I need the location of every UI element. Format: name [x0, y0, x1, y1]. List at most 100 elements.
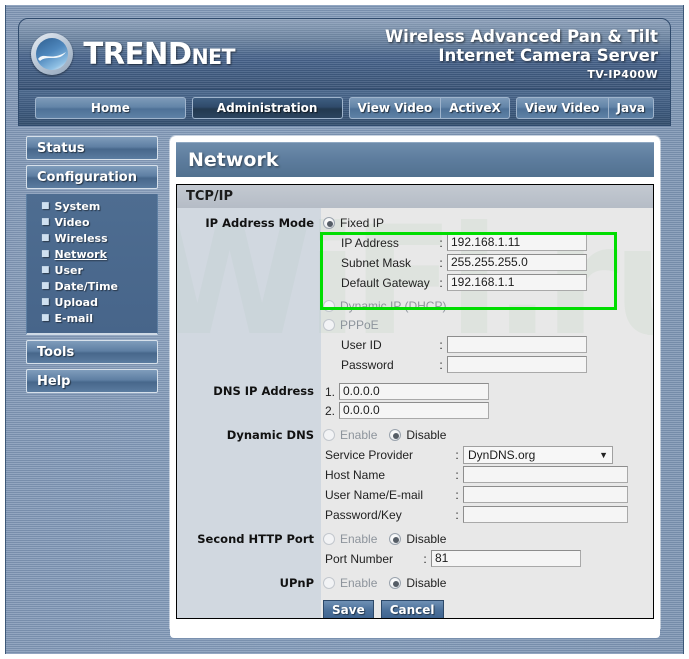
field-dns-2: 2. 0.0.0.0	[323, 401, 653, 420]
input-pppoe-user-id[interactable]	[447, 336, 587, 353]
field-default-gateway: Default Gateway : 192.168.1.1	[323, 273, 653, 292]
radio-dynamic-ip-icon[interactable]	[323, 300, 335, 312]
nav-button-view-video-java[interactable]: View Video Java	[515, 96, 654, 119]
nav-activex-label[interactable]: ActiveX	[441, 98, 508, 118]
sidebar-item-status[interactable]: Status	[26, 136, 158, 160]
sidebar-item-label: System	[54, 199, 101, 213]
brand-logo[interactable]: TRENDnet	[31, 33, 237, 75]
field-port-number: Port Number : 81	[323, 549, 653, 568]
radio-fixed-ip-icon[interactable]	[323, 217, 335, 229]
sidebar-item-tools[interactable]: Tools	[26, 340, 158, 364]
radio-dynamic-ip[interactable]: Dynamic IP (DHCP)	[323, 297, 653, 315]
field-user-name-email: User Name/E-mail :	[323, 485, 653, 504]
colon-subnet-mask: :	[439, 255, 443, 270]
input-dns-2[interactable]: 0.0.0.0	[339, 402, 489, 419]
radio-pppoe[interactable]: PPPoE	[323, 316, 653, 334]
radio-second-http-port-enable-icon[interactable]	[323, 533, 335, 545]
sidebar-item-upload[interactable]: ■ Upload	[27, 294, 157, 310]
field-subnet-mask: Subnet Mask : 255.255.255.0	[323, 253, 653, 272]
field-ip-address: IP Address : 192.168.1.11	[323, 233, 653, 252]
sidebar-item-label: User	[54, 263, 83, 277]
input-default-gateway[interactable]: 192.168.1.1	[447, 274, 587, 291]
sidebar-item-email[interactable]: ■ E-mail	[27, 310, 157, 326]
radio-second-http-port-enable-label: Enable	[340, 532, 378, 546]
label-subnet-mask: Subnet Mask	[341, 255, 412, 270]
radio-upnp-disable-icon[interactable]	[389, 577, 402, 589]
nav-button-home[interactable]: Home	[35, 96, 186, 119]
nav-view-video-label-activex[interactable]: View Video	[350, 97, 442, 118]
label-host-name: Host Name	[325, 467, 386, 482]
input-host-name[interactable]	[463, 466, 628, 483]
label-dynamic-dns: Dynamic DNS	[226, 428, 314, 442]
sidebar-item-wireless[interactable]: ■ Wireless	[27, 230, 157, 246]
sidebar-item-help[interactable]: Help	[26, 369, 158, 393]
site-banner: TRENDnet Wireless Advanced Pan & Tilt In…	[18, 18, 671, 90]
sidebar-item-configuration[interactable]: Configuration	[26, 165, 158, 189]
radio-upnp-enable-icon[interactable]	[323, 577, 335, 589]
input-pppoe-password[interactable]	[447, 356, 587, 373]
field-host-name: Host Name :	[323, 465, 653, 484]
field-pppoe-user-id: User ID :	[323, 335, 653, 354]
bullet-icon: ■	[41, 280, 50, 291]
sidebar-item-label: Network	[54, 247, 107, 261]
page-title: Network	[176, 142, 654, 177]
trendnet-swoosh-logo-icon	[31, 33, 73, 75]
swoosh-shape-icon	[38, 52, 66, 61]
radio-dynamic-dns-enable-icon[interactable]	[323, 429, 335, 441]
sidebar-item-label: Date/Time	[54, 279, 119, 293]
form-actions: Save Cancel	[177, 600, 653, 618]
nav-view-video-label-java[interactable]: View Video	[517, 97, 609, 118]
dns-ip-controls: 1. 0.0.0.0 2. 0.0.0.0	[321, 382, 653, 420]
form-row-second-http-port: Second HTTP Port Enable Disable Port Num…	[177, 530, 653, 568]
label-ip-address-mode: IP Address Mode	[205, 216, 314, 230]
content-footer	[170, 628, 660, 638]
radio-fixed-ip-label: Fixed IP	[340, 216, 385, 230]
colon-host-name: :	[455, 467, 459, 482]
colon-pppoe-user-id: :	[439, 337, 443, 352]
label-ip-address: IP Address	[341, 235, 399, 250]
second-http-port-controls: Enable Disable Port Number : 81	[321, 530, 653, 568]
sidebar-item-network[interactable]: ■ Network	[27, 246, 157, 262]
nav-java-label[interactable]: Java	[609, 98, 653, 118]
label-dns-ip-address: DNS IP Address	[213, 384, 314, 398]
input-user-name-email[interactable]	[463, 486, 628, 503]
nav-button-administration[interactable]: Administration	[191, 96, 343, 119]
radio-dynamic-ip-label: Dynamic IP (DHCP)	[340, 299, 447, 313]
label-pppoe-user-id: User ID	[341, 337, 382, 352]
input-password-key[interactable]	[463, 506, 628, 523]
chevron-down-icon: ▼	[599, 449, 608, 460]
radio-second-http-port-disable-icon[interactable]	[389, 533, 402, 545]
radio-fixed-ip[interactable]: Fixed IP	[323, 214, 653, 232]
label-upnp: UPnP	[279, 576, 314, 590]
colon-user-name-email: :	[455, 487, 459, 502]
input-ip-address[interactable]: 192.168.1.11	[447, 234, 587, 251]
radio-upnp-disable-label: Disable	[406, 576, 447, 590]
nav-button-view-video-activex[interactable]: View Video ActiveX	[348, 96, 510, 119]
label-port-number: Port Number	[325, 551, 394, 566]
radio-dynamic-dns-disable-label: Disable	[406, 428, 447, 442]
radio-dynamic-dns-disable-icon[interactable]	[389, 429, 402, 441]
sidebar-item-system[interactable]: ■ System	[27, 198, 157, 214]
bullet-icon: ■	[41, 264, 50, 275]
input-port-number[interactable]: 81	[431, 550, 581, 567]
cancel-button[interactable]: Cancel	[380, 600, 444, 618]
radio-pppoe-icon[interactable]	[323, 319, 335, 331]
sidebar-item-user[interactable]: ■ User	[27, 262, 157, 278]
input-dns-1[interactable]: 0.0.0.0	[339, 383, 489, 400]
radio-second-http-port-disable-label: Disable	[406, 532, 447, 546]
main-navigation: Home Administration View Video ActiveX V…	[18, 90, 671, 126]
brand-wordmark: TRENDnet	[83, 36, 235, 72]
sidebar-item-date-time[interactable]: ■ Date/Time	[27, 278, 157, 294]
form-row-dynamic-dns: Dynamic DNS Enable Disable Service Provi…	[177, 426, 653, 524]
bullet-icon: ■	[41, 216, 50, 227]
select-service-provider[interactable]: DynDNS.org ▼	[463, 445, 613, 464]
field-password-key: Password/Key :	[323, 505, 653, 524]
sidebar-item-video[interactable]: ■ Video	[27, 214, 157, 230]
field-dns-1: 1. 0.0.0.0	[323, 382, 653, 401]
save-button[interactable]: Save	[323, 600, 374, 618]
sidebar-item-label: E-mail	[54, 311, 94, 325]
colon-pppoe-password: :	[439, 357, 443, 372]
radio-upnp-enable-label: Enable	[340, 576, 378, 590]
product-line-2: Internet Camera Server	[438, 46, 658, 65]
input-subnet-mask[interactable]: 255.255.255.0	[447, 254, 587, 271]
